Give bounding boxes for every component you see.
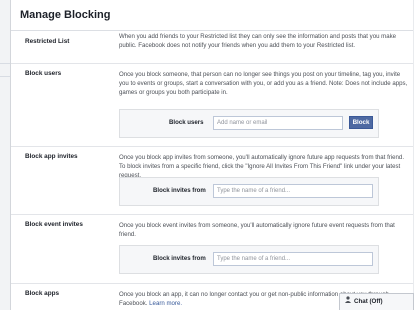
section-label: Restricted List xyxy=(25,38,70,45)
form-label: Block invites from xyxy=(153,255,206,262)
page-title: Manage Blocking xyxy=(11,0,413,31)
learn-more-link[interactable]: Learn more. xyxy=(149,300,182,307)
block-users-form: Block users Add name or email Block xyxy=(119,109,379,138)
block-users-input[interactable]: Add name or email xyxy=(213,116,343,130)
form-label: Block invites from xyxy=(153,187,206,194)
block-event-invites-form: Block invites from Type the name of a fr… xyxy=(119,245,379,274)
section-restricted-list: Restricted List When you add friends to … xyxy=(11,31,413,64)
sidebar-divider xyxy=(0,76,10,77)
person-icon xyxy=(345,294,351,309)
section-description: Once you block event invites from someon… xyxy=(119,222,395,239)
manage-blocking-panel: Manage Blocking Restricted List When you… xyxy=(10,0,413,310)
block-button[interactable]: Block xyxy=(349,116,373,129)
chat-bar[interactable]: Chat (Off) xyxy=(339,293,414,310)
chat-label: Chat (Off) xyxy=(354,298,383,305)
section-label: Block event invites xyxy=(25,221,83,228)
app-invites-friend-input[interactable]: Type the name of a friend... xyxy=(213,184,373,198)
section-label: Block users xyxy=(25,70,62,77)
event-invites-friend-input[interactable]: Type the name of a friend... xyxy=(213,252,373,266)
sidebar-divider xyxy=(0,63,10,64)
section-description: Once you block someone, that person can … xyxy=(119,71,408,97)
section-block-app-invites: Block app invites Once you block app inv… xyxy=(11,146,413,215)
section-block-event-invites: Block event invites Once you block event… xyxy=(11,214,413,284)
section-label: Block apps xyxy=(25,290,60,297)
form-label: Block users xyxy=(169,119,204,126)
section-block-users: Block users Once you block someone, that… xyxy=(11,63,413,147)
block-app-invites-form: Block invites from Type the name of a fr… xyxy=(119,177,379,206)
section-label: Block app invites xyxy=(25,153,78,160)
section-description: When you add friends to your Restricted … xyxy=(119,33,397,50)
